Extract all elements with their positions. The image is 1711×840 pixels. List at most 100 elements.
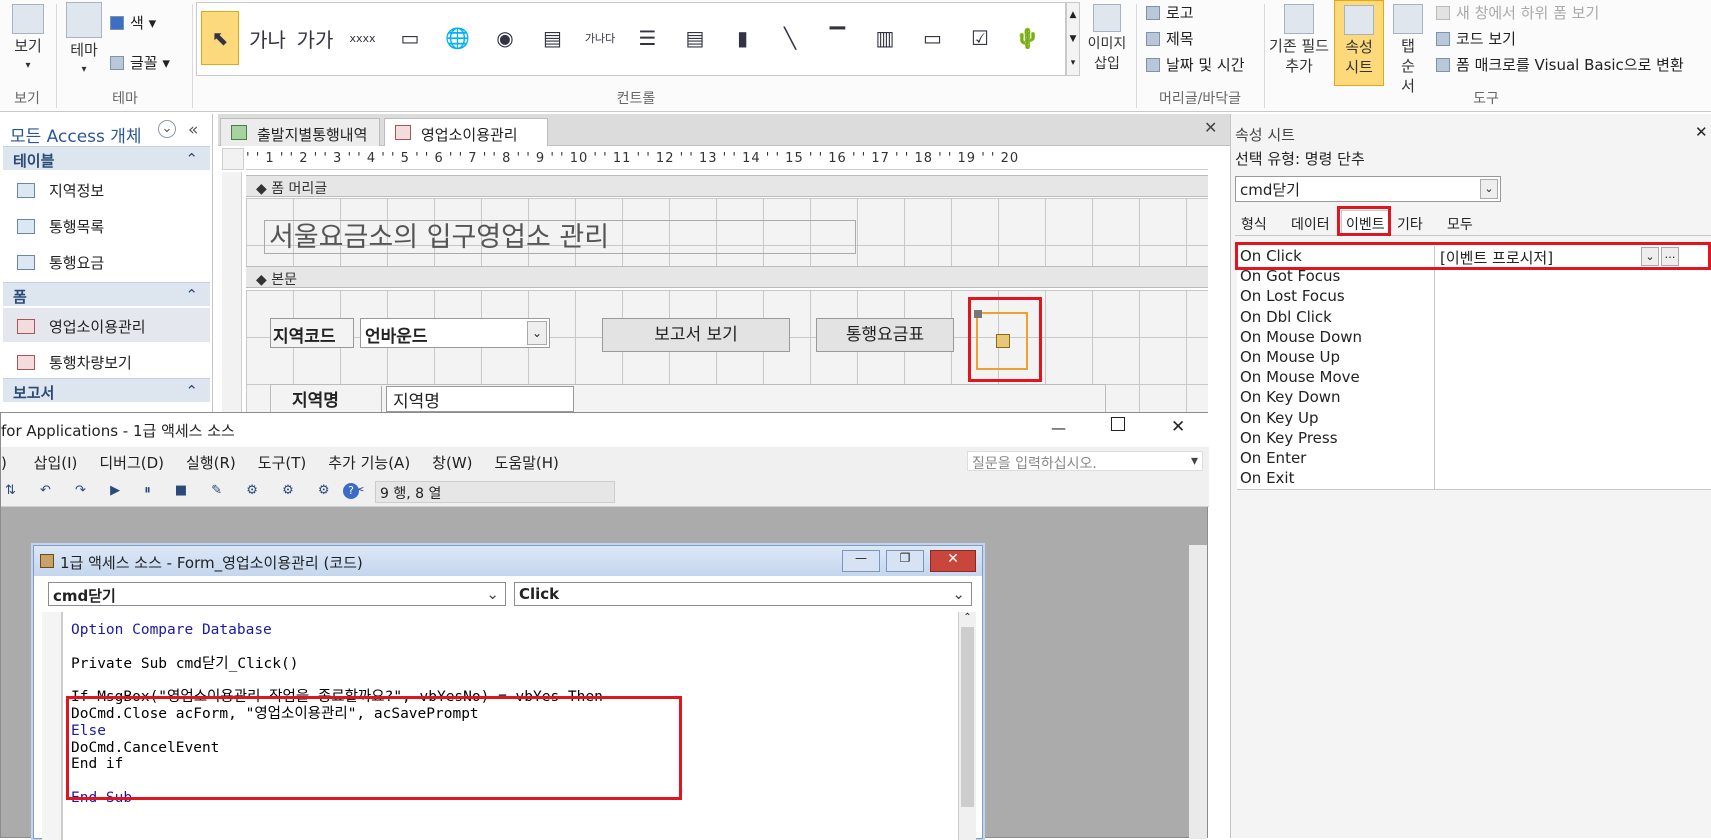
nav-item-office-usage-form[interactable]: 영업소이용관리 bbox=[3, 308, 210, 342]
property-row[interactable]: On Exit bbox=[1237, 468, 1711, 491]
property-row[interactable]: On Mouse Down bbox=[1237, 326, 1711, 349]
object-combo[interactable]: cmd닫기 ⌄ bbox=[48, 582, 506, 606]
vba-menu-item[interactable]: 추가 기능(A) bbox=[328, 454, 410, 472]
nav-section-tables[interactable]: 테이블 ⌃ bbox=[3, 146, 210, 170]
vba-menu-item[interactable]: 삽입(I) bbox=[34, 454, 78, 472]
tab-format[interactable]: 형식 bbox=[1241, 214, 1267, 234]
page-break-icon[interactable]: ☰ bbox=[629, 11, 667, 65]
nav-section-reports[interactable]: 보고서 ⌃ bbox=[3, 378, 210, 402]
pointer-icon[interactable]: ⬉ bbox=[201, 11, 239, 65]
region-combo[interactable]: 언바운드 ⌄ bbox=[360, 318, 550, 348]
property-value[interactable] bbox=[1437, 347, 1711, 369]
button-icon[interactable]: xxxx bbox=[344, 11, 382, 65]
minimize-icon[interactable]: — bbox=[1051, 419, 1066, 437]
datetime-button[interactable]: 날짜 및 시간 bbox=[1146, 54, 1245, 75]
tab-other[interactable]: 기타 bbox=[1397, 214, 1423, 234]
vba-vertical-scrollbar[interactable] bbox=[1189, 545, 1207, 839]
form-selector[interactable] bbox=[222, 148, 244, 170]
region-code-label[interactable]: 지역코드 bbox=[270, 318, 354, 348]
property-value[interactable] bbox=[1437, 286, 1711, 308]
label-icon[interactable]: 가나 bbox=[249, 11, 287, 65]
list-box-icon[interactable]: ▥ bbox=[866, 11, 904, 65]
report-view-button[interactable]: 보고서 보기 bbox=[602, 318, 790, 352]
vba-menu-item[interactable]: 도움말(H) bbox=[495, 454, 559, 472]
property-row[interactable]: On Dbl Click bbox=[1237, 306, 1711, 329]
web-browser-icon[interactable]: ◉ bbox=[486, 11, 524, 65]
theme-font-button[interactable]: 글꼴 ▾ bbox=[110, 52, 170, 73]
minimize-icon[interactable]: — bbox=[842, 550, 880, 572]
combo-box-icon[interactable]: ▤ bbox=[676, 11, 714, 65]
property-value[interactable] bbox=[1437, 428, 1711, 450]
tab-order-button[interactable]: 탭 순서 bbox=[1388, 4, 1428, 96]
property-row[interactable]: On Key Down bbox=[1237, 387, 1711, 410]
shutter-bar-close-icon[interactable]: « bbox=[188, 120, 198, 140]
close-icon[interactable]: ✕ bbox=[1171, 417, 1185, 437]
gallery-scroll[interactable]: ▲ ▼ ▾ bbox=[1066, 2, 1080, 76]
vertical-scrollbar[interactable]: ⌃ bbox=[958, 612, 976, 840]
nav-section-forms[interactable]: 폼 ⌃ bbox=[3, 282, 210, 306]
property-value[interactable] bbox=[1437, 468, 1711, 490]
chart-icon[interactable]: ▮ bbox=[724, 11, 762, 65]
region-name-field[interactable]: 지역명 bbox=[386, 386, 574, 412]
property-value[interactable] bbox=[1437, 408, 1711, 430]
line-icon[interactable]: ╲ bbox=[771, 11, 809, 65]
toggle-button-icon[interactable]: ▔ bbox=[819, 11, 857, 65]
theme-button[interactable]: 테마 ▾ bbox=[62, 2, 106, 80]
vba-menu-item[interactable]: 도구(T) bbox=[258, 454, 306, 472]
property-row[interactable]: On Mouse Move bbox=[1237, 367, 1711, 390]
help-icon[interactable]: ? bbox=[343, 483, 359, 499]
vba-menu-item[interactable]: 실행(R) bbox=[186, 454, 236, 472]
theme-color-button[interactable]: 색 ▾ bbox=[110, 12, 156, 33]
property-value[interactable] bbox=[1437, 387, 1711, 409]
toll-table-button[interactable]: 통행요금표 bbox=[816, 318, 954, 352]
close-icon[interactable]: ✕ bbox=[1695, 123, 1708, 141]
convert-macro-button[interactable]: 폼 매크로를 Visual Basic으로 변환 bbox=[1436, 54, 1684, 75]
nav-item-region-info[interactable]: 지역정보 bbox=[3, 172, 210, 206]
property-value[interactable] bbox=[1437, 448, 1711, 470]
tab-office-usage[interactable]: 영업소이용관리 bbox=[384, 118, 548, 146]
add-existing-field-button[interactable]: 기존 필드 추가 bbox=[1266, 4, 1332, 76]
maximize-icon[interactable] bbox=[1111, 417, 1125, 431]
check-box-icon[interactable]: ☑ bbox=[961, 11, 999, 65]
nav-pane-header[interactable]: 모든 Access 개체 ⌄ « bbox=[0, 114, 213, 147]
tab-departure-history[interactable]: 출발지별통행내역 bbox=[220, 118, 380, 146]
view-button[interactable]: 보기 ▾ bbox=[6, 4, 50, 76]
form-title-label[interactable]: 서울요금소의 입구영업소 관리 bbox=[264, 220, 856, 254]
form-header-band[interactable]: ◆ 폼 머리글 bbox=[246, 175, 1208, 197]
view-code-button[interactable]: 코드 보기 bbox=[1436, 28, 1516, 49]
vba-menu-item[interactable]: 창(W) bbox=[432, 454, 472, 472]
nav-dropdown-icon[interactable]: ⌄ bbox=[158, 120, 176, 138]
close-document-icon[interactable]: ✕ bbox=[1204, 118, 1217, 137]
tab-control-icon[interactable]: ▭ bbox=[391, 11, 429, 65]
property-sheet-button[interactable]: 속성 시트 bbox=[1334, 0, 1384, 86]
logo-button[interactable]: 로고 bbox=[1146, 2, 1194, 23]
title-button[interactable]: 제목 bbox=[1146, 28, 1194, 49]
procedure-combo[interactable]: Click ⌄ bbox=[514, 582, 972, 606]
property-row[interactable]: On Key Up bbox=[1237, 407, 1711, 430]
property-value[interactable] bbox=[1437, 367, 1711, 389]
option-group-icon[interactable]: 가나다 bbox=[581, 11, 619, 65]
textbox-icon[interactable]: 가가 bbox=[296, 11, 334, 65]
rectangle-icon[interactable]: ▭ bbox=[914, 11, 952, 65]
property-value[interactable] bbox=[1437, 307, 1711, 329]
hyperlink-icon[interactable]: 🌐 bbox=[439, 11, 477, 65]
toolbar-icons[interactable]: ⇅ ↶ ↷ ▶ ⏸ ■ ✎ ⚙ ⚙ ⚙ ✂ bbox=[5, 483, 375, 498]
property-row[interactable]: On Key Press bbox=[1237, 427, 1711, 450]
tab-all[interactable]: 모두 bbox=[1447, 214, 1473, 234]
question-input[interactable]: 질문을 입력하십시오. ▾ bbox=[967, 451, 1203, 472]
insert-image-button[interactable]: 이미지 삽입 bbox=[1082, 4, 1132, 74]
close-icon[interactable]: ✕ bbox=[930, 550, 976, 572]
property-value[interactable] bbox=[1437, 327, 1711, 349]
tab-data[interactable]: 데이터 bbox=[1291, 214, 1330, 234]
subform-window-button[interactable]: 새 창에서 하위 폼 보기 bbox=[1436, 2, 1599, 23]
unbound-object-icon[interactable]: 🌵 bbox=[1009, 11, 1047, 65]
property-row[interactable]: On Enter bbox=[1237, 448, 1711, 470]
nav-item-toll-fee[interactable]: 통행요금 bbox=[3, 244, 210, 278]
margin-indicator-bar[interactable] bbox=[42, 612, 62, 840]
property-row[interactable]: On Mouse Up bbox=[1237, 347, 1711, 369]
property-row[interactable]: On Lost Focus bbox=[1237, 286, 1711, 309]
object-selector[interactable]: cmd닫기 ⌄ bbox=[1235, 176, 1501, 202]
navigation-control-icon[interactable]: ▤ bbox=[534, 11, 572, 65]
detail-band[interactable]: ◆ 본문 bbox=[246, 266, 1208, 288]
restore-icon[interactable]: ❐ bbox=[886, 550, 924, 572]
